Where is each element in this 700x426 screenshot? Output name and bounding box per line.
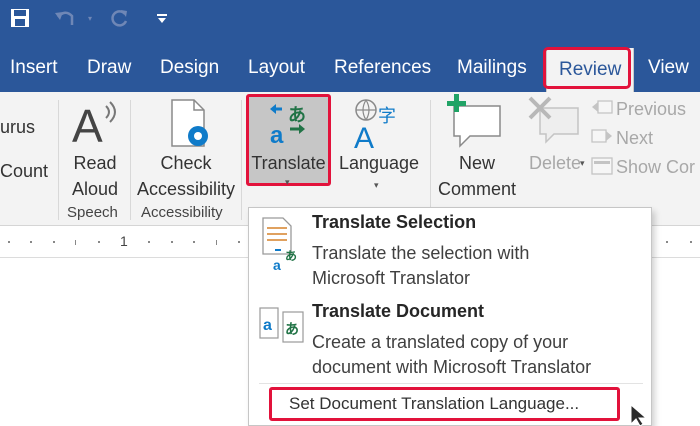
tab-review[interactable]: Review bbox=[546, 48, 635, 96]
language-label: Language bbox=[338, 153, 420, 173]
new-comment-label-line1: New bbox=[458, 153, 495, 173]
group-separator bbox=[130, 100, 131, 220]
review-ribbon: urus Count A Read Aloud Speech Check Acc… bbox=[0, 92, 700, 226]
thesaurus-button[interactable]: urus bbox=[0, 114, 35, 140]
read-aloud-label-line1: Read bbox=[73, 153, 117, 173]
undo-icon[interactable] bbox=[52, 4, 78, 32]
next-comment-icon bbox=[590, 127, 614, 152]
language-icon: 字 A bbox=[352, 98, 402, 155]
word-count-button[interactable]: Count bbox=[0, 158, 48, 184]
mouse-cursor-icon bbox=[630, 403, 652, 426]
tab-draw[interactable]: Draw bbox=[87, 44, 131, 92]
tab-layout[interactable]: Layout bbox=[248, 44, 305, 92]
svg-text:あ: あ bbox=[285, 322, 299, 338]
translate-selection-desc-line1: Translate the selection with bbox=[312, 243, 530, 263]
ribbon-tab-bar: Insert Draw Design Layout References Mai… bbox=[0, 44, 700, 96]
translate-selection-title: Translate Selection bbox=[312, 212, 477, 232]
svg-text:A: A bbox=[354, 122, 374, 150]
tab-mailings[interactable]: Mailings bbox=[457, 44, 527, 92]
svg-text:あ: あ bbox=[285, 249, 297, 263]
translate-document-title: Translate Document bbox=[312, 301, 485, 321]
save-icon[interactable] bbox=[6, 4, 34, 32]
translate-dropdown-icon: ▾ bbox=[285, 177, 290, 187]
delete-comment-icon bbox=[528, 96, 580, 149]
svg-text:字: 字 bbox=[378, 106, 396, 127]
next-label: Next bbox=[616, 128, 654, 148]
group-separator bbox=[58, 100, 59, 220]
previous-comment-icon bbox=[590, 98, 614, 123]
tab-references[interactable]: References bbox=[334, 44, 431, 92]
read-aloud-label-line2: Aloud bbox=[71, 179, 119, 199]
translate-selection-desc-line2: Microsoft Translator bbox=[312, 268, 471, 288]
delete-dropdown-icon: ▾ bbox=[580, 158, 585, 168]
ruler-mark-1: 1 bbox=[120, 233, 128, 249]
translate-dropdown-menu: あ a Translate Selection Translate the se… bbox=[248, 207, 652, 426]
show-comments-label: Show Cor bbox=[616, 157, 696, 177]
accessibility-group-label: Accessibility bbox=[141, 204, 223, 221]
menu-separator bbox=[259, 383, 643, 384]
translate-button[interactable]: あ a Translate ▾ bbox=[246, 94, 331, 187]
group-separator bbox=[241, 100, 242, 220]
show-comments-icon bbox=[590, 156, 614, 181]
svg-text:a: a bbox=[270, 122, 284, 147]
previous-label: Previous bbox=[616, 99, 687, 119]
translate-document-desc-line1: Create a translated copy of your bbox=[312, 332, 569, 352]
svg-text:a: a bbox=[273, 257, 281, 272]
language-dropdown-icon: ▾ bbox=[374, 180, 379, 190]
tab-design[interactable]: Design bbox=[160, 44, 219, 92]
check-accessibility-icon bbox=[166, 98, 212, 155]
customize-qat-icon[interactable] bbox=[152, 4, 172, 32]
svg-text:あ: あ bbox=[288, 105, 306, 126]
translate-selection-icon: あ a bbox=[261, 216, 301, 277]
quick-access-toolbar: ▾ bbox=[0, 0, 700, 44]
new-comment-label-line2: Comment bbox=[437, 179, 517, 199]
redo-icon[interactable] bbox=[106, 4, 132, 32]
translate-label: Translate bbox=[251, 153, 326, 173]
read-aloud-icon: A bbox=[70, 100, 124, 155]
check-accessibility-label-line2: Accessibility bbox=[136, 179, 236, 199]
svg-text:a: a bbox=[263, 317, 272, 334]
group-separator bbox=[430, 100, 431, 220]
tab-view[interactable]: View bbox=[648, 44, 689, 92]
translate-icon: あ a bbox=[268, 101, 310, 152]
check-accessibility-label-line1: Check bbox=[160, 153, 212, 173]
tab-insert[interactable]: Insert bbox=[10, 44, 58, 92]
translate-document-icon: a あ bbox=[259, 304, 305, 351]
new-comment-icon bbox=[446, 94, 504, 153]
svg-text:A: A bbox=[72, 100, 103, 150]
translate-document-desc-line2: document with Microsoft Translator bbox=[312, 357, 592, 377]
speech-group-label: Speech bbox=[67, 204, 118, 221]
set-document-translation-language-item[interactable]: Set Document Translation Language... bbox=[269, 387, 620, 421]
undo-dropdown-icon[interactable]: ▾ bbox=[82, 4, 98, 32]
